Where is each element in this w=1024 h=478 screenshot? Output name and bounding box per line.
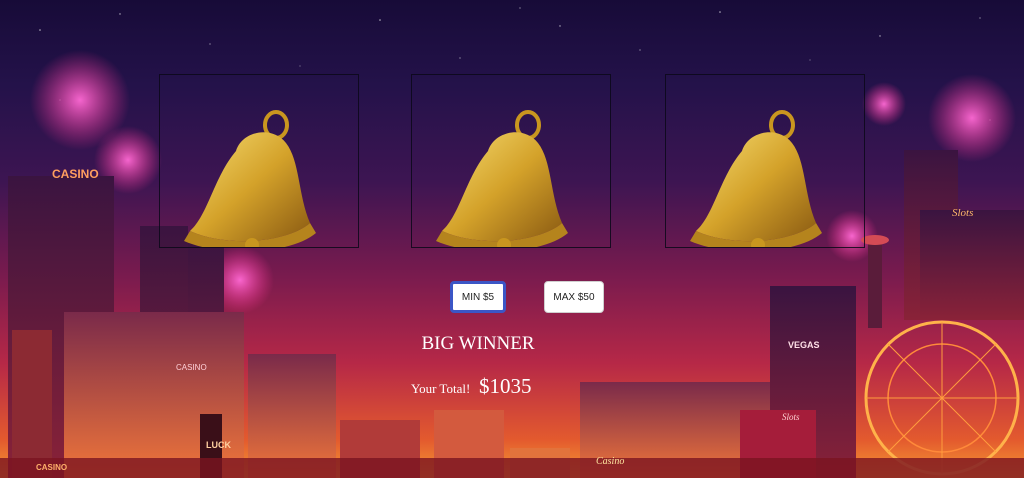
building [920, 210, 1024, 320]
total-value: $1035 [479, 374, 532, 398]
slots-sign: Slots [952, 207, 973, 219]
firework [862, 82, 906, 126]
firework [928, 74, 1016, 162]
reel-3 [665, 74, 865, 248]
space-needle [868, 238, 882, 328]
total-label: Your Total! [411, 381, 471, 396]
casino-sign: CASINO [52, 167, 99, 181]
min-bet-button[interactable]: MIN $5 [450, 281, 506, 313]
bell-icon [436, 110, 568, 247]
reel-2 [411, 74, 611, 248]
max-bet-button[interactable]: MAX $50 [544, 281, 604, 313]
bell-icon [184, 110, 316, 247]
luck-sign: LUCK [206, 440, 231, 450]
result-message: BIG WINNER [421, 333, 535, 354]
casino-sign: Casino [596, 456, 624, 467]
street [0, 458, 1024, 478]
casino-sign: CASINO [176, 363, 207, 372]
space-needle-top [861, 235, 889, 245]
slots-sign: Slots [782, 412, 800, 422]
casino-vertical-sign: CASINO [36, 463, 67, 472]
reel-1 [159, 74, 359, 248]
bell-icon [690, 110, 822, 247]
